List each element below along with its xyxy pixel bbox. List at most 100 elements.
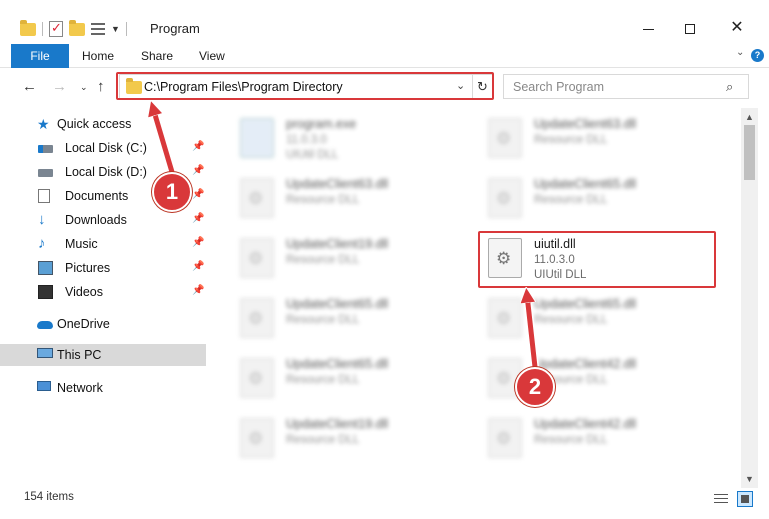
file-item[interactable]: UpdateClient63.dll Resource DLL [220, 174, 445, 226]
list-view-icon[interactable] [91, 22, 105, 36]
pictures-icon [38, 261, 53, 275]
sidebar-item-network[interactable]: Network [0, 377, 206, 399]
file-item[interactable]: UpdateClient19.dll Resource DLL [220, 414, 445, 466]
file-description: Resource DLL [286, 374, 360, 386]
scroll-thumb[interactable] [744, 125, 755, 180]
file-item[interactable]: UpdateClient42.dll Resource DLL [468, 414, 693, 466]
item-count: 154 items [24, 491, 74, 503]
dll-file-icon [240, 238, 274, 278]
quick-access-toolbar: ▼ [20, 19, 127, 38]
search-icon[interactable]: ⌕ [726, 79, 733, 95]
step-1-badge: 1 [152, 172, 192, 212]
sidebar-item-this-pc[interactable]: This PC [0, 344, 206, 366]
file-name: UpdateClient42.dll [534, 417, 637, 431]
file-name: UpdateClient65.dll [286, 297, 389, 311]
star-icon: ★ [37, 116, 50, 132]
file-name: UpdateClient65.dll [286, 357, 389, 371]
search-input[interactable]: Search Program [513, 80, 604, 94]
sidebar-item-label: This PC [57, 348, 102, 362]
documents-icon [38, 189, 50, 203]
tab-view[interactable]: View [199, 44, 225, 68]
file-item[interactable]: UpdateClient65.dll Resource DLL [220, 354, 445, 406]
file-name: UpdateClient63.dll [286, 177, 389, 191]
sidebar-item-pictures[interactable]: Pictures 📌 [0, 257, 206, 279]
file-description: Resource DLL [286, 314, 360, 326]
disk-icon [38, 169, 53, 177]
sidebar-item-quick-access[interactable]: ★ Quick access [0, 113, 206, 135]
pin-icon[interactable]: 📌 [192, 261, 204, 272]
downloads-icon: ↓ [38, 211, 46, 228]
sidebar-item-onedrive[interactable]: OneDrive [0, 313, 206, 335]
file-item[interactable]: UpdateClient63.dll Resource DLL [468, 114, 693, 166]
maximize-icon [685, 24, 695, 35]
large-icons-view-icon[interactable] [737, 491, 753, 507]
sidebar-item-label: Documents [65, 189, 129, 203]
window-title: Program [150, 21, 200, 36]
help-icon[interactable]: ? [751, 49, 764, 62]
back-arrow-icon[interactable]: ← [22, 78, 37, 95]
pin-icon[interactable]: 📌 [192, 237, 204, 248]
status-bar: 154 items [0, 488, 769, 519]
sidebar-item-music[interactable]: ♪ Music 📌 [0, 233, 206, 255]
file-item[interactable]: UpdateClient65.dll Resource DLL [468, 294, 693, 346]
file-name: UpdateClient65.dll [534, 177, 637, 191]
sidebar-item-label: Videos [65, 285, 103, 299]
details-view-icon[interactable] [714, 493, 728, 505]
application-icon [240, 118, 274, 158]
address-highlight-box [116, 72, 494, 100]
dll-file-icon [488, 118, 522, 158]
search-box[interactable]: Search Program ⌕ [503, 74, 749, 99]
sidebar-item-videos[interactable]: Videos 📌 [0, 281, 206, 303]
expand-ribbon-chevron-icon[interactable]: ⌄ [736, 47, 744, 58]
file-description: Resource DLL [534, 134, 608, 146]
file-highlight-box [478, 231, 716, 288]
sidebar-item-label: Downloads [65, 213, 127, 227]
disk-icon [38, 145, 53, 153]
file-description: Resource DLL [534, 314, 608, 326]
properties-icon[interactable] [49, 20, 63, 37]
pin-icon[interactable]: 📌 [192, 141, 204, 152]
cloud-icon [37, 321, 53, 329]
folder-icon [20, 19, 36, 36]
file-name: UpdateClient19.dll [286, 417, 389, 431]
dll-file-icon [240, 358, 274, 398]
videos-icon [38, 285, 53, 299]
file-description: Resource DLL [534, 434, 608, 446]
pin-icon[interactable]: 📌 [192, 285, 204, 296]
sidebar-item-label: Quick access [57, 117, 132, 131]
file-name: UpdateClient65.dll [534, 297, 637, 311]
pin-icon[interactable]: 📌 [192, 165, 204, 176]
sidebar-item-label: Music [65, 237, 98, 251]
up-arrow-icon[interactable]: ↑ [97, 78, 105, 95]
pin-icon[interactable]: 📌 [192, 189, 204, 200]
music-icon: ♪ [38, 235, 46, 252]
file-list: program.exe 11.0.3.0 UIUtil DLL UpdateCl… [210, 108, 741, 488]
tab-file[interactable]: File [11, 44, 69, 68]
scroll-down-arrow-icon[interactable]: ▼ [745, 474, 754, 484]
scroll-up-arrow-icon[interactable]: ▲ [745, 112, 754, 122]
minimize-button[interactable] [638, 18, 658, 38]
file-item[interactable]: UpdateClient65.dll Resource DLL [220, 294, 445, 346]
maximize-button[interactable] [680, 18, 700, 38]
customize-toolbar-chevron-icon[interactable]: ▼ [111, 24, 120, 34]
network-icon [37, 381, 51, 391]
file-item[interactable]: program.exe 11.0.3.0 UIUtil DLL [220, 114, 445, 166]
sidebar-item-downloads[interactable]: ↓ Downloads 📌 [0, 209, 206, 231]
sidebar-item-local-disk-c[interactable]: Local Disk (C:) 📌 [0, 137, 206, 159]
new-folder-icon[interactable] [69, 19, 85, 36]
file-version: 11.0.3.0 [286, 134, 327, 146]
pin-icon[interactable]: 📌 [192, 213, 204, 224]
tab-share[interactable]: Share [141, 44, 173, 68]
file-description: Resource DLL [286, 254, 360, 266]
file-item[interactable]: UpdateClient65.dll Resource DLL [468, 174, 693, 226]
tab-home[interactable]: Home [82, 44, 114, 68]
dll-file-icon [240, 298, 274, 338]
file-name: UpdateClient42.dll [534, 357, 637, 371]
forward-arrow-icon[interactable]: → [52, 78, 67, 95]
file-item[interactable]: UpdateClient42.dll Resource DLL [468, 354, 693, 406]
file-item[interactable]: UpdateClient19.dll Resource DLL [220, 234, 445, 286]
close-button[interactable]: ✕ [727, 18, 747, 38]
recent-locations-chevron-icon[interactable]: ⌄ [80, 82, 88, 93]
minimize-icon [642, 28, 654, 30]
vertical-scrollbar[interactable]: ▲ ▼ [741, 108, 758, 488]
